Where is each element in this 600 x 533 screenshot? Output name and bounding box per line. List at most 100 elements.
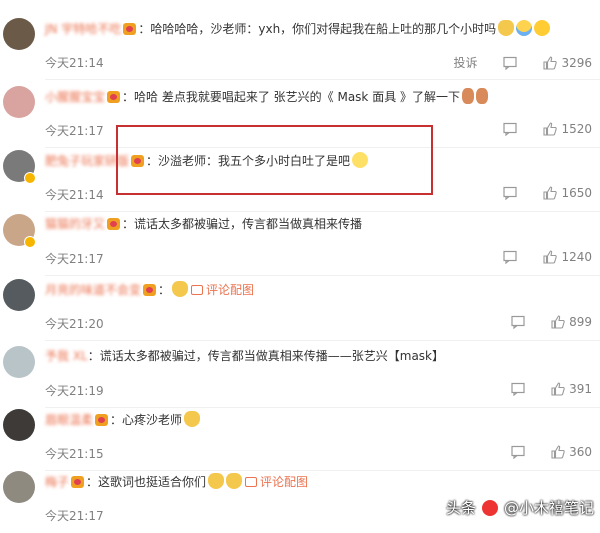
thumbs-up-icon (543, 55, 558, 70)
comment-line: 小腥腥宝宝 ：哈哈 差点我就要唱起来了 张艺兴的《 Mask 面具 》了解一下 (45, 88, 489, 105)
comment-time: 今天21:14 (45, 188, 104, 202)
leg-emoji-icon (476, 88, 489, 104)
picture-comment-link[interactable]: 评论配图 (206, 283, 254, 297)
username-link[interactable]: 眉眼温柔 (45, 413, 93, 427)
like-count: 391 (569, 382, 592, 396)
comment-actions: 1240 (481, 250, 592, 264)
comment-item: JN 宇特哈不吃 ：哈哈哈哈，沙老师：yxh，你们对得起我在船上吐的那几个小时吗 … (0, 14, 600, 80)
vip-badge-icon (143, 284, 157, 296)
leg-emoji-icon (462, 88, 475, 104)
like-count: 899 (569, 315, 592, 329)
username-link[interactable]: 小腥腥宝宝 (45, 90, 105, 104)
reply-button[interactable] (511, 445, 529, 459)
comment-time: 今天21:17 (45, 252, 104, 266)
report-button[interactable]: 投诉 (453, 54, 477, 71)
comment-item: 月亮的味道不会变 ： 评论配图 今天21:20 899 (0, 275, 600, 341)
thumbs-up-icon (543, 122, 558, 136)
avatar[interactable] (3, 18, 35, 50)
avatar[interactable] (3, 279, 35, 311)
like-button[interactable]: 899 (551, 315, 592, 329)
comment-line: 梅子 ：这歌词也挺适合你们 评论配图 (45, 473, 308, 490)
like-count: 1650 (561, 186, 592, 200)
dog-emoji-icon (184, 411, 201, 427)
like-count: 360 (569, 445, 592, 459)
thumbs-up-icon (543, 186, 558, 200)
avatar[interactable] (3, 409, 35, 441)
comment-line: 猫猫的牙又 ：谎话太多都被骗过，传言都当做真相来传播 (45, 216, 362, 232)
like-button[interactable]: 1520 (543, 122, 592, 136)
reply-icon (511, 382, 525, 396)
username-link[interactable]: 猫猫的牙又 (45, 217, 105, 231)
picture-comment-link[interactable]: 评论配图 (260, 475, 308, 489)
comment-time: 今天21:15 (45, 447, 104, 461)
dog-emoji-icon (498, 20, 515, 36)
watermark-account: @小木禧笔记 (503, 499, 594, 517)
avatar[interactable] (3, 471, 35, 503)
comment-actions: 360 (489, 445, 592, 459)
picture-icon (191, 285, 204, 295)
comment-actions: 1650 (481, 186, 592, 200)
reply-button[interactable] (503, 186, 521, 200)
laugh-cry-emoji-icon (516, 20, 533, 36)
reply-button[interactable] (511, 315, 529, 329)
comment-actions: 899 (489, 315, 592, 329)
like-button[interactable]: 1650 (543, 186, 592, 200)
username-link[interactable]: 予我 XL (45, 349, 88, 363)
reply-button[interactable] (503, 56, 521, 70)
username-link[interactable]: 梅子 (45, 475, 69, 489)
comment-actions: 1520 (481, 122, 592, 136)
reply-icon (511, 445, 525, 459)
laugh-emoji-icon (534, 20, 551, 36)
colon: ： (86, 475, 99, 489)
thumbs-up-icon (551, 382, 565, 396)
picture-icon (245, 477, 258, 487)
colon: ： (138, 22, 151, 36)
username-link[interactable]: JN 宇特哈不吃 (45, 22, 121, 36)
comment-text: 心疼沙老师 (122, 413, 183, 427)
comment-text: 哈哈 差点我就要唱起来了 张艺兴的《 Mask 面具 》了解一下 (134, 90, 461, 104)
thumbs-up-icon (543, 250, 558, 264)
comment-time: 今天21:17 (45, 509, 104, 523)
verified-badge-icon (24, 172, 36, 184)
avatar[interactable] (3, 86, 35, 118)
comment-text: 这歌词也挺适合你们 (98, 475, 207, 489)
comment-time: 今天21:14 (45, 56, 104, 70)
colon: ： (122, 90, 135, 104)
like-button[interactable]: 360 (551, 445, 592, 459)
comment-time: 今天21:17 (45, 124, 104, 138)
like-count: 3296 (561, 55, 592, 70)
comment-line: 眉眼温柔 ：心疼沙老师 (45, 411, 201, 428)
vip-badge-icon (123, 23, 137, 35)
vip-badge-icon (107, 91, 121, 103)
divider (45, 79, 600, 80)
vip-badge-icon (95, 414, 109, 426)
divider (45, 340, 600, 341)
verified-badge-icon (24, 236, 36, 248)
like-button[interactable]: 1240 (543, 250, 592, 264)
reply-icon (503, 250, 518, 264)
vip-badge-icon (71, 476, 85, 488)
comment-actions: 391 (489, 382, 592, 396)
like-count: 1240 (561, 250, 592, 264)
comment-item: 猫猫的牙又 ：谎话太多都被骗过，传言都当做真相来传播 今天21:17 1240 (0, 210, 600, 276)
reply-button[interactable] (503, 250, 521, 264)
avatar[interactable] (3, 346, 35, 378)
like-count: 1520 (561, 122, 592, 136)
username-link[interactable]: 月亮的味道不会变 (45, 283, 141, 297)
comment-item: 眉眼温柔 ：心疼沙老师 今天21:15 360 (0, 405, 600, 471)
reply-icon (503, 56, 518, 70)
reply-icon (503, 186, 518, 200)
comment-text: 谎话太多都被骗过，传言都当做真相来传播 (134, 217, 363, 231)
comment-line: JN 宇特哈不吃 ：哈哈哈哈，沙老师：yxh，你们对得起我在船上吐的那几个小时吗 (45, 20, 551, 37)
reply-icon (503, 122, 518, 136)
comment-time: 今天21:19 (45, 384, 104, 398)
reply-button[interactable] (511, 382, 529, 396)
comment-time: 今天21:20 (45, 317, 104, 331)
watermark-brand: 头条 (445, 499, 476, 517)
like-button[interactable]: 391 (551, 382, 592, 396)
dog-emoji-icon (172, 281, 189, 297)
comment-text: 哈哈哈哈，沙老师：yxh，你们对得起我在船上吐的那几个小时吗 (150, 22, 497, 36)
like-button[interactable]: 3296 (543, 56, 592, 70)
comment-text: 谎话太多都被骗过，传言都当做真相来传播——张艺兴【mask】 (99, 349, 444, 363)
reply-button[interactable] (503, 122, 521, 136)
